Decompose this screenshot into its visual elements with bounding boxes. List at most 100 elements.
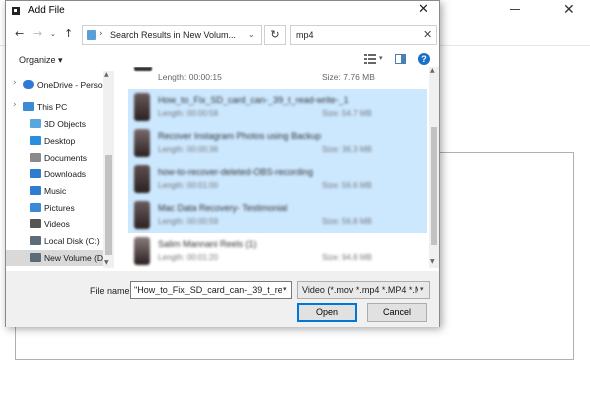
list-item[interactable]: Mac Data Recovery- Testimonial Length: 00…: [128, 197, 427, 233]
video-thumbnail: [134, 165, 150, 193]
nav-item-onedrive-person[interactable]: › OneDrive - Person: [6, 77, 108, 93]
nav-item-music[interactable]: Music: [6, 183, 106, 199]
file-size: Size: 56.8 MB: [322, 217, 372, 226]
file-type-select[interactable]: Video (*.mov *.mp4 *.MP4 *.Mp ▾: [297, 281, 430, 299]
list-item[interactable]: Salim Mannani Reels (1) Length: 00:01:20 S…: [128, 233, 427, 268]
close-icon[interactable]: ✕: [418, 2, 429, 17]
scroll-down-icon[interactable]: ▼: [430, 258, 435, 265]
forward-arrow-icon[interactable]: →: [33, 27, 42, 40]
close-icon[interactable]: ✕: [563, 2, 575, 18]
file-name-field[interactable]: "How_to_Fix_SD_card_can-_39_t_read-w ▾: [130, 281, 292, 299]
view-options-icon[interactable]: [364, 54, 376, 64]
drive-icon: [30, 253, 41, 262]
chevron-down-icon[interactable]: ⌄: [248, 30, 255, 39]
cloud-icon: [23, 80, 34, 89]
file-length: Length: 00:00:59: [158, 217, 219, 226]
file-type-value: Video (*.mov *.mp4 *.MP4 *.Mp: [302, 285, 418, 295]
pictures-icon: [30, 203, 41, 212]
organize-button[interactable]: Organize ▾: [19, 55, 63, 66]
nav-item-this-pc[interactable]: › This PC: [6, 99, 106, 115]
cancel-button[interactable]: Cancel: [367, 303, 427, 322]
back-arrow-icon[interactable]: ←: [15, 27, 24, 40]
preview-pane-icon[interactable]: [395, 54, 406, 64]
computer-icon: [23, 102, 34, 111]
scroll-up-icon[interactable]: ▲: [104, 71, 109, 78]
nav-item-new-volume-d[interactable]: New Volume (D:): [6, 250, 109, 266]
open-button[interactable]: Open: [297, 303, 357, 322]
navigation-pane: › OneDrive - Person › This PC 3D Objects Desk…: [6, 71, 114, 268]
nav-item-label: Local Disk (C:): [44, 236, 100, 246]
nav-item-label: Videos: [44, 219, 70, 229]
video-thumbnail: [134, 93, 150, 121]
file-list-scrollbar-thumb[interactable]: [431, 127, 437, 245]
document-icon: [30, 153, 41, 162]
file-size: Size: 7.76 MB: [322, 72, 375, 82]
dialog-title: Add File: [28, 5, 65, 16]
search-folder-icon: [87, 30, 96, 40]
address-text: Search Results in New Volum...: [110, 30, 237, 40]
chevron-down-icon[interactable]: ▾: [379, 54, 383, 62]
chevron-down-icon[interactable]: ▾: [283, 285, 287, 293]
nav-item-desktop[interactable]: Desktop: [6, 133, 106, 149]
cube-icon: [30, 119, 41, 128]
navigation-bar: ← → ⌄ ↑ › Search Results in New Volum...…: [6, 21, 439, 49]
nav-scrollbar-thumb[interactable]: [105, 155, 112, 255]
file-size: Size: 54.7 MB: [322, 109, 372, 118]
list-item[interactable]: How_to_Fix_SD_card_can-_39_t_read-write-…: [128, 89, 427, 125]
nav-item-documents[interactable]: Documents: [6, 150, 106, 166]
file-name: how-to-recover-deleted-OBS-recording: [158, 167, 314, 177]
nav-item-videos[interactable]: Videos: [6, 216, 106, 232]
expand-chevron-icon[interactable]: ›: [13, 100, 17, 110]
search-value: mp4: [296, 30, 314, 40]
nav-item-label: New Volume (D:): [44, 253, 109, 263]
nav-item-label: OneDrive - Person: [37, 80, 108, 90]
breadcrumb-separator-icon: ›: [99, 29, 103, 39]
list-item[interactable]: Recover Instagram Photos using Backup Len…: [128, 125, 427, 161]
nav-item-label: Desktop: [44, 136, 76, 146]
file-list-scrollbar[interactable]: ▲ ▼: [429, 67, 439, 268]
recent-locations-chevron-icon[interactable]: ⌄: [50, 30, 56, 38]
scroll-up-icon[interactable]: ▲: [430, 67, 435, 74]
desktop-icon: [30, 136, 41, 145]
nav-item-pictures[interactable]: Pictures: [6, 200, 106, 216]
file-length: Length: 00:00:58: [158, 109, 219, 118]
file-name-label: File name:: [90, 286, 133, 296]
videos-icon: [30, 219, 41, 228]
clear-search-icon[interactable]: ✕: [423, 28, 432, 41]
nav-scrollbar[interactable]: ▲ ▼: [103, 71, 114, 268]
video-thumbnail: [134, 129, 150, 157]
nav-item-label: Documents: [44, 153, 87, 163]
nav-item-local-disk-c[interactable]: Local Disk (C:): [6, 233, 106, 249]
expand-chevron-icon[interactable]: ›: [13, 78, 17, 88]
video-thumbnail: [134, 237, 150, 265]
help-icon[interactable]: ?: [418, 53, 430, 65]
minimize-icon[interactable]: [510, 9, 520, 10]
chevron-down-icon[interactable]: ▾: [420, 285, 424, 293]
dialog-footer: File name: "How_to_Fix_SD_card_can-_39_t…: [6, 271, 439, 327]
list-item[interactable]: how-to-recover-deleted-OBS-recording Leng…: [128, 161, 427, 197]
file-length: Length: 00:00:15: [158, 72, 222, 82]
app-icon: [12, 7, 20, 15]
nav-item-label: This PC: [37, 102, 68, 112]
file-name: How_to_Fix_SD_card_can-_39_t_read-write-…: [158, 95, 349, 105]
file-length: Length: 00:01:00: [158, 181, 219, 190]
up-arrow-icon[interactable]: ↑: [64, 27, 73, 40]
video-thumbnail: [134, 67, 152, 71]
file-name: Recover Instagram Photos using Backup: [158, 131, 322, 141]
music-icon: [30, 186, 41, 195]
video-thumbnail: [134, 201, 150, 229]
refresh-button[interactable]: ↻: [264, 25, 286, 45]
nav-item-label: Pictures: [44, 203, 75, 213]
search-input[interactable]: mp4 ✕: [290, 25, 437, 45]
nav-item-3d-objects[interactable]: 3D Objects: [6, 116, 106, 132]
nav-item-downloads[interactable]: Downloads: [6, 166, 106, 182]
address-bar[interactable]: › Search Results in New Volum... ⌄: [82, 25, 262, 45]
add-file-dialog: Add File ✕ ← → ⌄ ↑ › Search Results in N…: [5, 0, 440, 327]
file-length: Length: 00:01:20: [158, 253, 219, 262]
file-name: Mac Data Recovery- Testimonial: [158, 203, 288, 213]
drive-icon: [30, 236, 41, 245]
list-item[interactable]: Length: 00:00:15 Size: 7.76 MB: [128, 67, 427, 89]
scroll-down-icon[interactable]: ▼: [104, 259, 109, 266]
file-list: Length: 00:00:15 Size: 7.76 MB How_to_Fi…: [116, 67, 429, 268]
file-size: Size: 94.8 MB: [322, 253, 372, 262]
